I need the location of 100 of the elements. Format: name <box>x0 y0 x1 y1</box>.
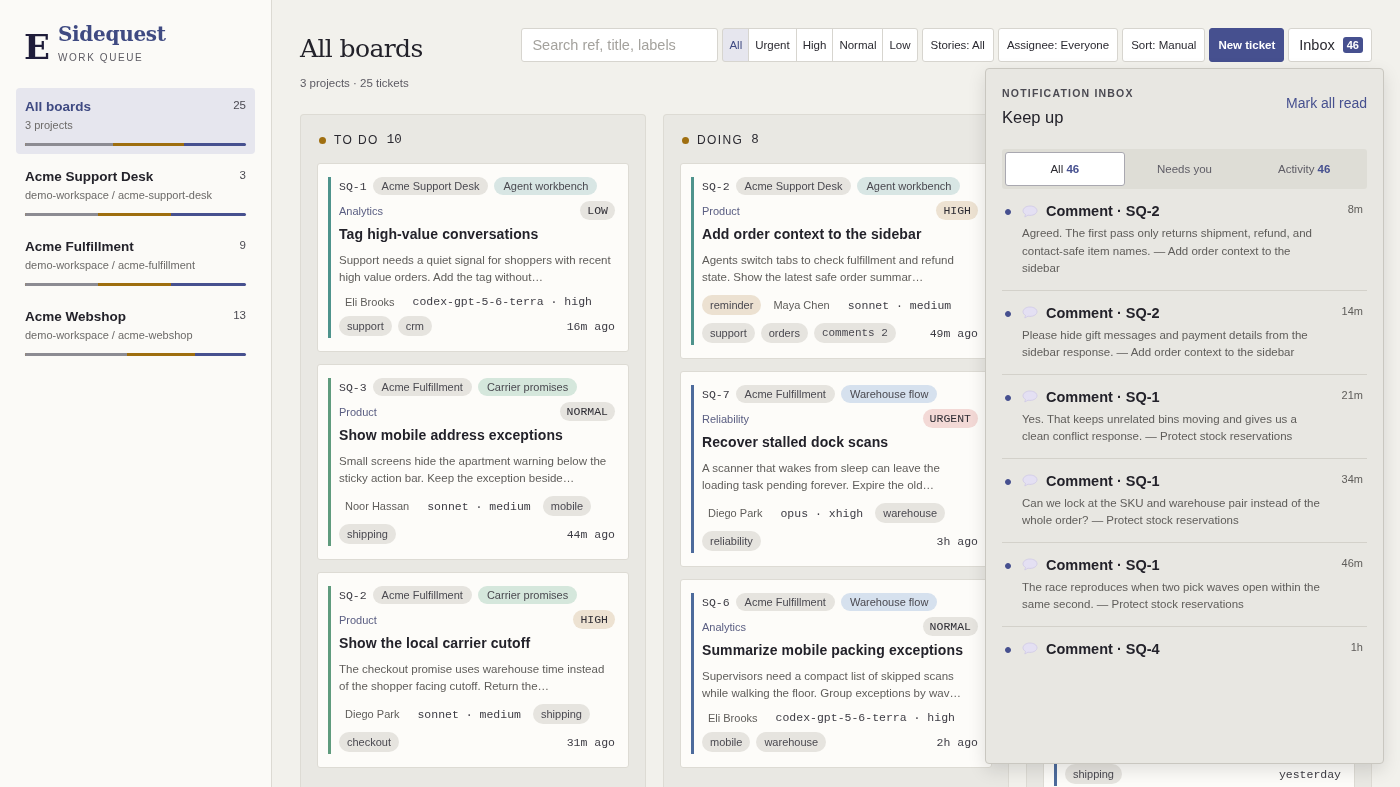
priority-badge: NORMAL <box>922 617 978 636</box>
notification-title: Comment · SQ-4 <box>1046 640 1160 657</box>
board-name: All boards <box>25 99 91 114</box>
filter-button[interactable]: Sort: Manual <box>1122 28 1206 62</box>
label-tag: mobile <box>542 496 592 516</box>
logo-mark: E <box>24 30 50 64</box>
notification-time: 8m <box>1347 203 1363 217</box>
assignee-name: Diego Park <box>707 507 764 519</box>
inbox-count: 46 <box>1342 37 1363 53</box>
model-label: codex-gpt-5-6-terra · high <box>774 711 956 724</box>
ticket-card[interactable] <box>317 572 629 768</box>
project-tag: Acme Support Desk <box>735 177 852 195</box>
assignee-name: Diego Park <box>344 708 401 720</box>
label-tag: mobile <box>702 732 751 752</box>
label-tag: shipping <box>1065 764 1122 784</box>
notification-body: Can we lock at the SKU and warehouse pair instead of the whole order? — Protect stock reservations <box>1022 495 1321 528</box>
inbox-tab[interactable]: All 46 <box>1005 152 1125 186</box>
ticket-category: Product <box>339 613 377 626</box>
priority-badge: LOW <box>580 201 615 220</box>
notification-time: 1h <box>1350 640 1363 655</box>
inbox-tab[interactable]: Needs you <box>1124 152 1245 186</box>
sidebar-item[interactable]: Acme Support Desk 3 demo-workspace / acme-support-desk <box>16 158 255 224</box>
ticket-category: Reliability <box>702 412 750 425</box>
assignee-name: Eli Brooks <box>707 711 759 724</box>
priority-filter[interactable]: Low <box>882 28 918 62</box>
notification-item[interactable]: Comment · SQ-1 46m The race reproduces when two pick waves open within the same second. — Protect stock reservations <box>1002 542 1367 627</box>
popover-eyebrow: NOTIFICATION INBOX <box>1002 87 1134 99</box>
mark-all-read-link[interactable]: Mark all read <box>1286 95 1367 111</box>
ticket-title: Tag high-value conversations <box>339 226 540 242</box>
model-label: opus · xhigh <box>779 506 865 520</box>
notification-body: Yes. That keeps unrelated bins moving and gives us a clean conflict response. — Protect stock reservations <box>1022 411 1298 444</box>
ticket-description: Support needs a quiet signal for shoppers with recent high value orders. Add the tag without… <box>339 253 612 285</box>
page-title: All boards <box>300 34 423 63</box>
ticket-category: Analytics <box>339 204 384 217</box>
project-tag: Acme Fulfillment <box>372 378 472 396</box>
ticket-title: Add order context to the sidebar <box>702 226 923 242</box>
ticket-card[interactable] <box>317 163 629 352</box>
ticket-description: Supervisors need a compact list of skipped scans while walking the floor. Group exceptions by wav… <box>702 669 962 701</box>
column-count: 10 <box>386 133 402 147</box>
ticket-description: Agents switch tabs to check fulfillment and refund state. Show the latest safe order summar… <box>702 253 955 285</box>
label-tag: checkout <box>339 732 400 752</box>
new-ticket-button[interactable]: New ticket <box>1209 28 1285 62</box>
filter-button[interactable]: Stories: All <box>921 28 994 62</box>
ticket-category: Analytics <box>702 620 747 633</box>
project-tag: Acme Support Desk <box>372 177 489 195</box>
priority-filter[interactable]: High <box>795 28 834 62</box>
assignee-name: Eli Brooks <box>344 295 396 308</box>
epic-tag: Agent workbench <box>494 177 598 195</box>
comments-count: comments 2 <box>813 323 896 343</box>
label-tag: warehouse <box>875 503 946 523</box>
notification-time: 34m <box>1341 472 1363 487</box>
model-label: codex-gpt-5-6-terra · high <box>411 295 593 308</box>
notification-item[interactable]: Comment · SQ-2 8m Agreed. The first pass only returns shipment, refund, and contact-safe item names. — Add order context to the sidebar <box>1002 189 1367 291</box>
ticket-description: The checkout promise uses warehouse time instead of the shopper facing cutoff. Return the… <box>339 662 606 694</box>
priority-badge: HIGH <box>573 610 615 629</box>
assignee-name: Maya Chen <box>772 299 831 311</box>
priority-badge: NORMAL <box>559 402 615 421</box>
chat-bubble-icon <box>1022 204 1038 218</box>
board-name: Acme Support Desk <box>25 169 154 184</box>
app-name: Sidequest <box>57 22 166 46</box>
notification-item[interactable]: Comment · SQ-4 1h <box>1002 626 1367 669</box>
ticket-ref: SQ-7 <box>702 387 730 401</box>
notification-title: Comment · SQ-2 <box>1046 304 1160 321</box>
search-field[interactable]: Search ref, title, labels <box>521 28 719 62</box>
notification-item[interactable]: Comment · SQ-2 14m Please hide gift messages and payment details from the sidebar response. — Add order context to the sidebar <box>1002 290 1367 375</box>
ticket-count: 3 <box>239 169 246 181</box>
priority-badge: HIGH <box>936 201 978 220</box>
sidebar-item[interactable]: Acme Webshop 13 demo-workspace / acme-webshop <box>16 298 255 364</box>
chat-bubble-icon <box>1022 390 1038 403</box>
ticket-ref: SQ-6 <box>702 595 730 609</box>
ticket-card[interactable] <box>680 579 992 768</box>
sidebar-item[interactable]: All boards 25 3 projects <box>16 88 255 154</box>
reminder-tag: reminder <box>702 295 762 315</box>
priority-badge: URGENT <box>922 409 978 428</box>
notification-item[interactable]: Comment · SQ-1 34m Can we lock at the SKU and warehouse pair instead of the whole order? — Protect stock reservations <box>1002 458 1367 543</box>
notification-item[interactable]: Comment · SQ-1 21m Yes. That keeps unrelated bins moving and gives us a clean conflict response. — Protect stock reservations <box>1002 374 1367 459</box>
filter-button[interactable]: Assignee: Everyone <box>997 28 1119 62</box>
label-tag: orders <box>760 323 808 343</box>
inbox-button[interactable]: Inbox 46 <box>1288 28 1372 62</box>
column-count: 8 <box>751 133 759 147</box>
ticket-title: Recover stalled dock scans <box>702 434 890 450</box>
priority-filter[interactable]: All <box>722 28 750 62</box>
project-tag: Acme Fulfillment <box>735 385 835 403</box>
model-label: sonnet · medium <box>846 298 953 312</box>
notification-body: Agreed. The first pass only returns shipment, refund, and contact-safe item names. — Add order context to the sidebar <box>1022 226 1313 276</box>
project-tag: Acme Fulfillment <box>372 586 472 604</box>
inbox-tab[interactable]: Activity 46 <box>1244 152 1364 186</box>
notification-time: 46m <box>1341 556 1363 571</box>
sidebar-item[interactable]: Acme Fulfillment 9 demo-workspace / acme-fulfillment <box>16 228 255 294</box>
board-name: Acme Fulfillment <box>25 239 134 254</box>
notification-body: The race reproduces when two pick waves open within the same second. — Protect stock reservations <box>1022 579 1321 612</box>
priority-filter[interactable]: Normal <box>832 28 884 62</box>
updated-time: 49m ago <box>929 326 978 340</box>
label-tag: reliability <box>702 531 761 551</box>
ticket-title: Summarize mobile packing exceptions <box>702 642 965 658</box>
ticket-ref: SQ-2 <box>339 588 367 602</box>
label-tag: warehouse <box>756 732 827 752</box>
ticket-card[interactable] <box>317 364 629 560</box>
ticket-title: Show mobile address exceptions <box>339 427 564 443</box>
priority-filter[interactable]: Urgent <box>748 28 797 62</box>
